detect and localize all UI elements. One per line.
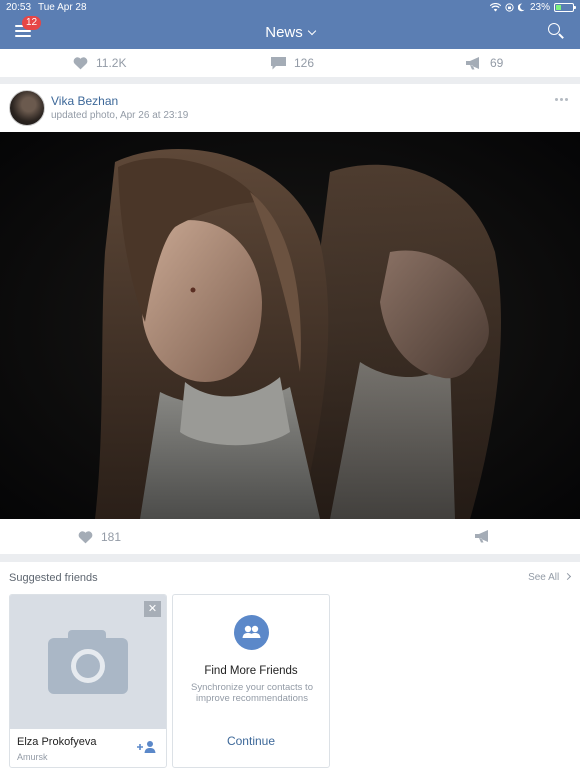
post-card: Vika Bezhan updated photo, Apr 26 at 23:… bbox=[0, 84, 580, 554]
friend-suggestion-card[interactable]: ✕ Elza Prokofyeva Amursk bbox=[9, 594, 167, 768]
more-options-button[interactable] bbox=[555, 98, 568, 101]
megaphone-icon bbox=[466, 56, 479, 69]
moon-icon bbox=[517, 3, 525, 12]
post-like-button[interactable]: 181 bbox=[78, 519, 121, 554]
post-meta: updated photo, Apr 26 at 23:19 bbox=[51, 110, 189, 121]
find-more-title: Find More Friends bbox=[204, 665, 298, 677]
top-bar: 20:53 Tue Apr 28 23% 12 News bbox=[0, 0, 580, 49]
megaphone-icon bbox=[475, 530, 488, 543]
search-button[interactable] bbox=[548, 23, 564, 39]
friends-icon bbox=[234, 615, 269, 650]
portrait-photo-image bbox=[0, 132, 580, 519]
orientation-lock-icon bbox=[505, 3, 514, 12]
avatar[interactable] bbox=[9, 90, 45, 126]
prev-post-actions: 11.2K 126 69 bbox=[0, 49, 580, 77]
chevron-right-icon bbox=[563, 572, 572, 581]
section-title: Suggested friends bbox=[9, 572, 98, 584]
status-bar: 20:53 Tue Apr 28 23% bbox=[0, 0, 580, 16]
battery-icon bbox=[554, 3, 576, 12]
heart-icon bbox=[78, 530, 93, 543]
camera-icon bbox=[48, 630, 128, 694]
friend-name[interactable]: Elza Prokofyeva bbox=[17, 736, 96, 748]
status-date: Tue Apr 28 bbox=[38, 2, 87, 13]
status-time: 20:53 bbox=[6, 2, 32, 13]
profile-placeholder bbox=[10, 595, 166, 729]
post-author[interactable]: Vika Bezhan bbox=[51, 94, 118, 108]
status-indicators: 23% bbox=[489, 2, 576, 13]
news-dropdown[interactable]: News bbox=[0, 24, 580, 41]
post-share-button[interactable] bbox=[475, 519, 491, 554]
see-all-link[interactable]: See All bbox=[528, 572, 572, 583]
friend-city: Amursk bbox=[17, 752, 48, 762]
share-count: 69 bbox=[490, 56, 504, 70]
suggested-friends-section: Suggested friends See All ✕ Elza Prokofy… bbox=[0, 562, 580, 773]
like-button[interactable]: 11.2K bbox=[73, 49, 126, 77]
comment-button[interactable]: 126 bbox=[271, 49, 314, 77]
dismiss-button[interactable]: ✕ bbox=[144, 601, 161, 617]
like-count: 11.2K bbox=[96, 56, 127, 70]
see-all-label: See All bbox=[528, 572, 560, 583]
find-more-description: Synchronize your contacts to improve rec… bbox=[191, 682, 313, 704]
battery-percent: 23% bbox=[529, 2, 550, 13]
chevron-down-icon bbox=[307, 26, 316, 36]
post-photo[interactable] bbox=[0, 132, 580, 519]
share-button[interactable]: 69 bbox=[466, 49, 503, 77]
add-friend-icon[interactable] bbox=[137, 740, 157, 754]
wifi-icon bbox=[489, 3, 501, 12]
page-title: News bbox=[265, 24, 303, 41]
comment-icon bbox=[271, 56, 286, 69]
post-actions: 181 bbox=[0, 519, 580, 554]
post-like-count: 181 bbox=[101, 529, 122, 544]
continue-button[interactable]: Continue bbox=[173, 734, 329, 748]
heart-icon bbox=[73, 57, 88, 70]
find-more-friends-card: Find More Friends Synchronize your conta… bbox=[172, 594, 330, 768]
comment-count: 126 bbox=[294, 56, 315, 70]
